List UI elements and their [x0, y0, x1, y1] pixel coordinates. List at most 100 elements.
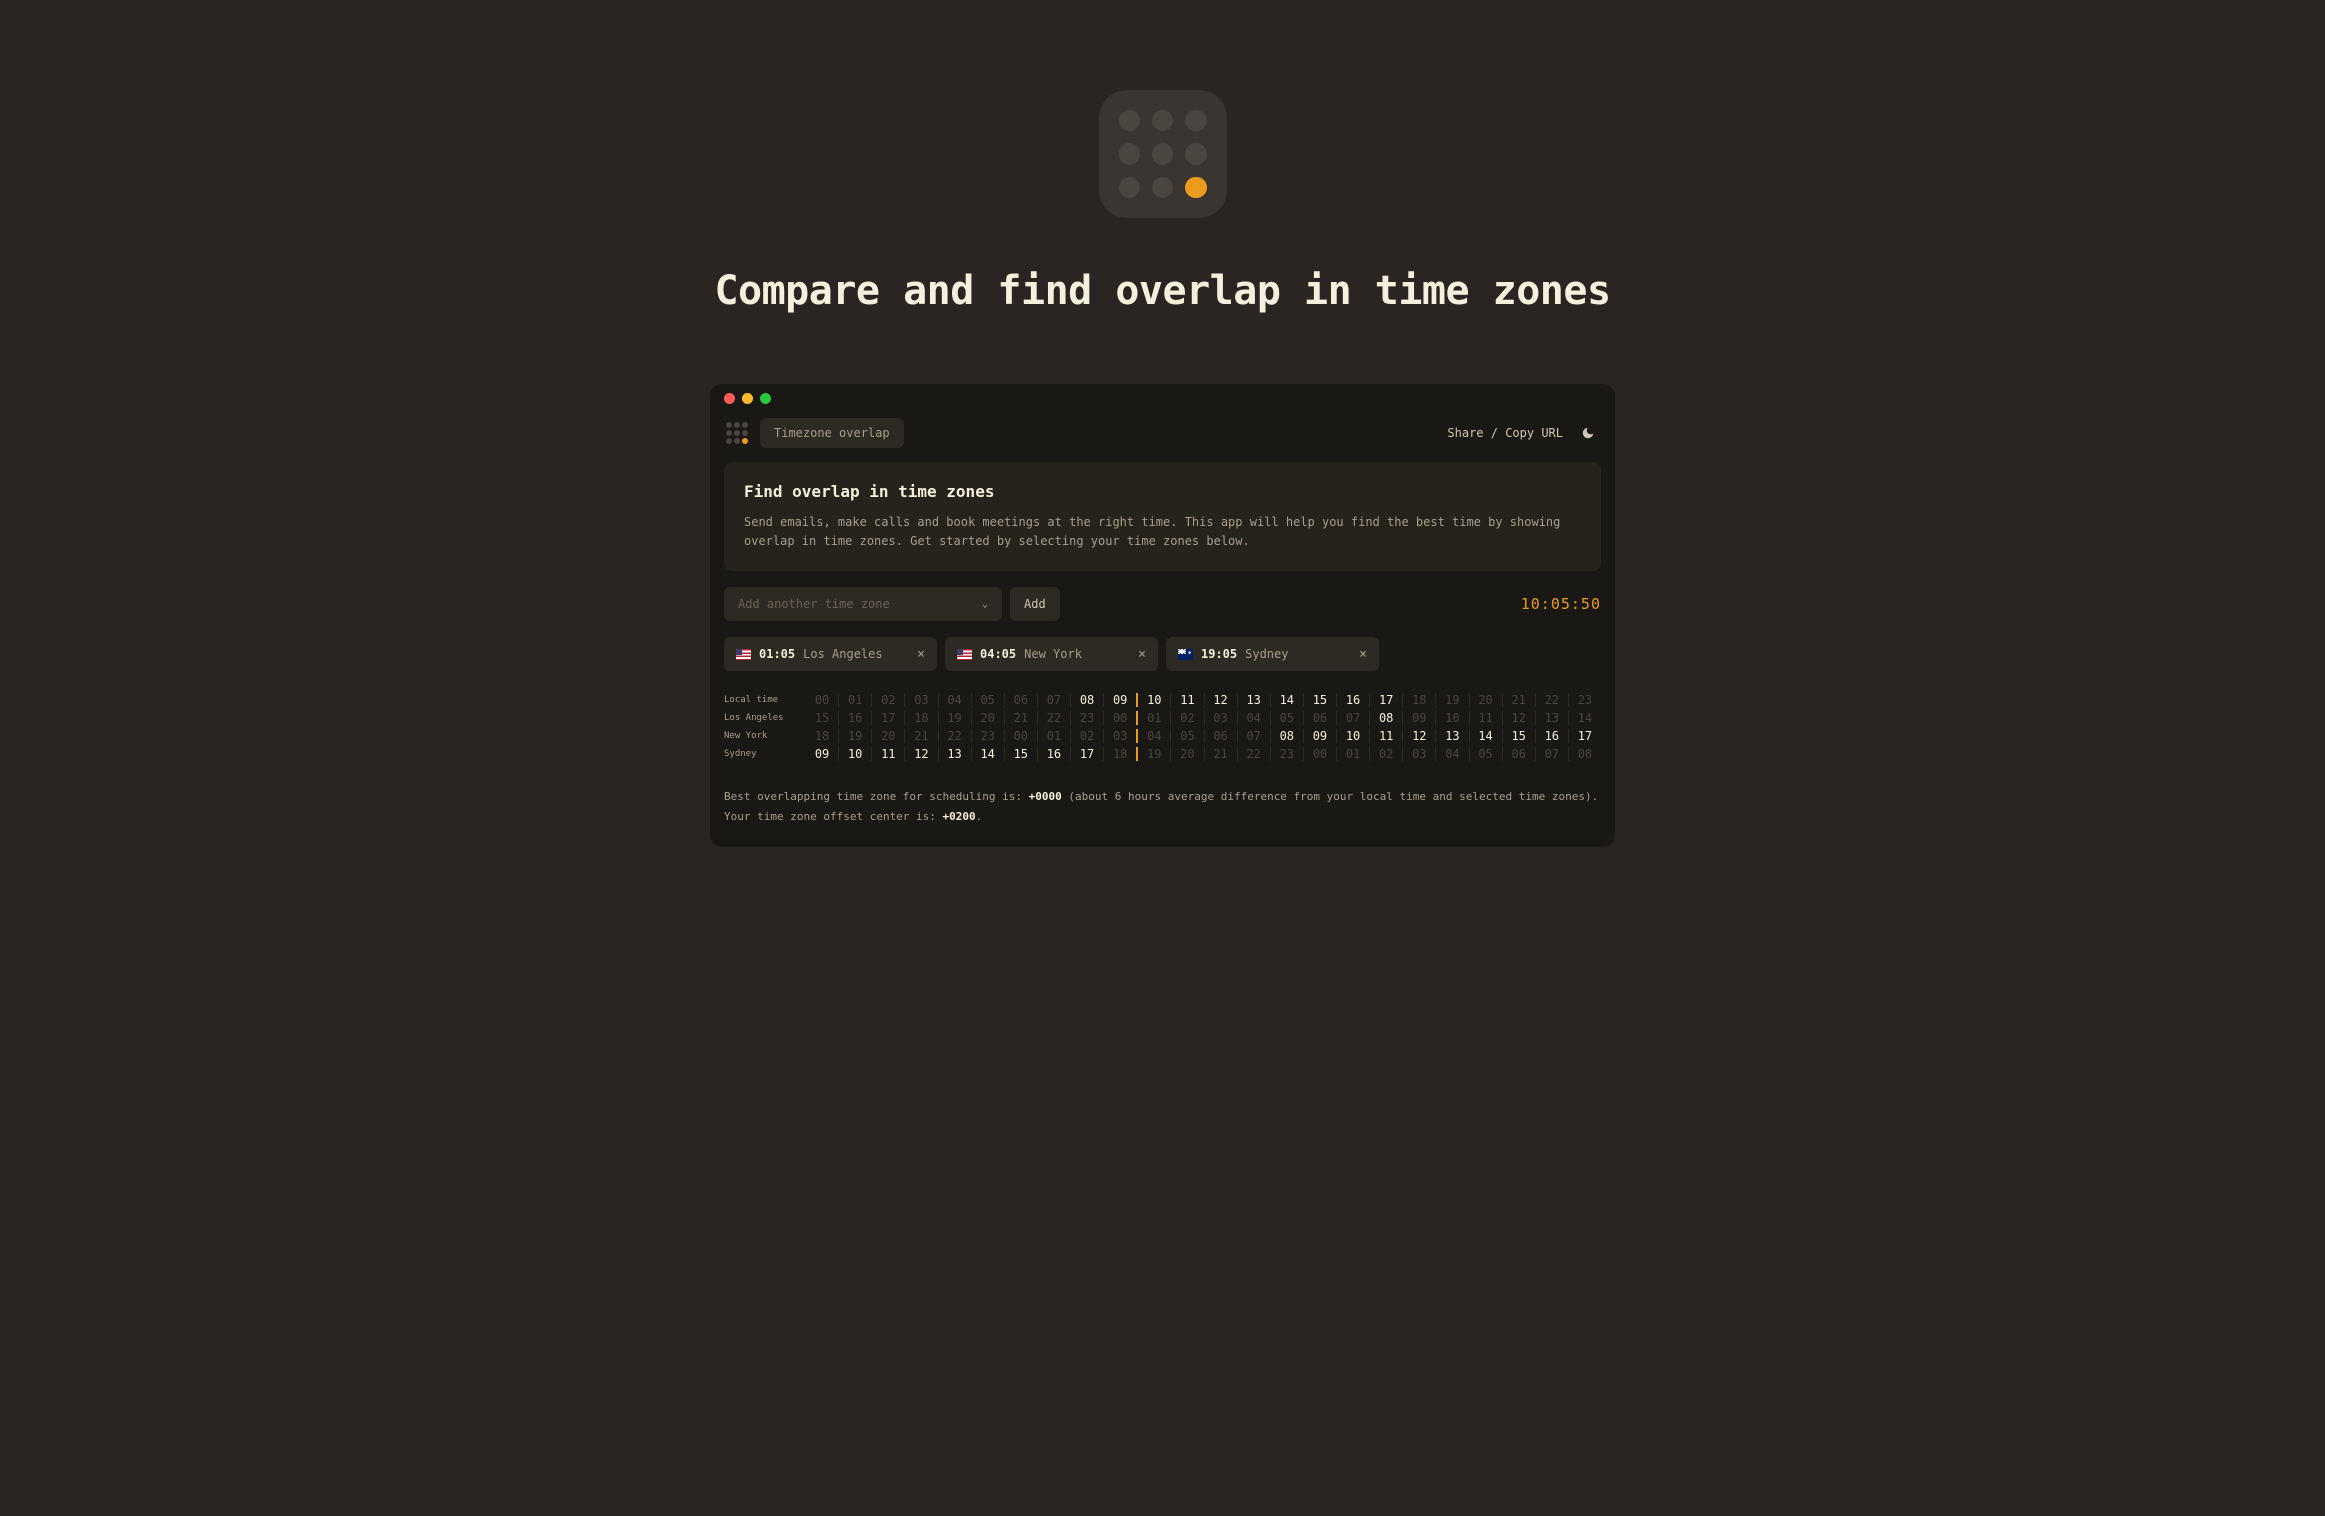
hour-cell[interactable]: 17 — [1369, 693, 1402, 707]
hour-cell[interactable]: 10 — [1136, 693, 1170, 707]
hour-cell[interactable]: 23 — [1070, 711, 1103, 725]
hour-cell[interactable]: 02 — [871, 693, 904, 707]
hour-cell[interactable]: 03 — [904, 693, 937, 707]
hour-cell[interactable]: 14 — [1469, 729, 1502, 743]
hour-cell[interactable]: 12 — [1502, 711, 1535, 725]
hour-cell[interactable]: 05 — [1469, 747, 1502, 761]
hour-cell[interactable]: 19 — [1435, 693, 1468, 707]
hour-cell[interactable]: 21 — [1502, 693, 1535, 707]
app-logo-small[interactable] — [724, 420, 750, 446]
hour-cell[interactable]: 16 — [838, 711, 871, 725]
hour-cell[interactable]: 11 — [1469, 711, 1502, 725]
hour-cell[interactable]: 08 — [1369, 711, 1402, 725]
hour-cell[interactable]: 10 — [1435, 711, 1468, 725]
hour-cell[interactable]: 14 — [971, 747, 1004, 761]
hour-cell[interactable]: 09 — [806, 747, 838, 761]
hour-cell[interactable]: 06 — [1204, 729, 1237, 743]
hour-cell[interactable]: 18 — [806, 729, 838, 743]
hour-cell[interactable]: 22 — [938, 729, 971, 743]
hour-cell[interactable]: 06 — [1502, 747, 1535, 761]
hour-cell[interactable]: 01 — [1336, 747, 1369, 761]
hour-cell[interactable]: 03 — [1103, 729, 1136, 743]
hour-cell[interactable]: 09 — [1103, 693, 1136, 707]
hour-cell[interactable]: 13 — [1237, 693, 1270, 707]
hour-cell[interactable]: 04 — [938, 693, 971, 707]
maximize-window-button[interactable] — [760, 393, 771, 404]
hour-cell[interactable]: 18 — [904, 711, 937, 725]
dark-mode-toggle-icon[interactable] — [1581, 426, 1595, 440]
hour-cell[interactable]: 15 — [806, 711, 838, 725]
hour-cell[interactable]: 11 — [871, 747, 904, 761]
hour-cell[interactable]: 03 — [1204, 711, 1237, 725]
hour-cell[interactable]: 20 — [971, 711, 1004, 725]
hour-cell[interactable]: 06 — [1303, 711, 1336, 725]
hour-cell[interactable]: 10 — [1336, 729, 1369, 743]
hour-cell[interactable]: 00 — [1004, 729, 1037, 743]
hour-cell[interactable]: 08 — [1070, 693, 1103, 707]
hour-cell[interactable]: 03 — [1402, 747, 1435, 761]
hour-cell[interactable]: 21 — [1204, 747, 1237, 761]
remove-zone-button[interactable]: × — [1359, 648, 1367, 661]
hour-cell[interactable]: 20 — [1170, 747, 1203, 761]
hour-cell[interactable]: 13 — [1435, 729, 1468, 743]
hour-cell[interactable]: 17 — [1070, 747, 1103, 761]
hour-cell[interactable]: 08 — [1270, 729, 1303, 743]
hour-cell[interactable]: 05 — [1270, 711, 1303, 725]
hour-cell[interactable]: 20 — [1469, 693, 1502, 707]
hour-cell[interactable]: 17 — [871, 711, 904, 725]
hour-cell[interactable]: 19 — [938, 711, 971, 725]
hour-cell[interactable]: 13 — [1535, 711, 1568, 725]
hour-cell[interactable]: 21 — [904, 729, 937, 743]
hour-cell[interactable]: 07 — [1237, 729, 1270, 743]
hour-cell[interactable]: 05 — [1170, 729, 1203, 743]
hour-cell[interactable]: 07 — [1037, 693, 1070, 707]
hour-cell[interactable]: 15 — [1502, 729, 1535, 743]
hour-cell[interactable]: 22 — [1037, 711, 1070, 725]
hour-cell[interactable]: 12 — [904, 747, 937, 761]
hour-cell[interactable]: 06 — [1004, 693, 1037, 707]
hour-cell[interactable]: 23 — [971, 729, 1004, 743]
share-copy-url-link[interactable]: Share / Copy URL — [1447, 426, 1563, 440]
hour-cell[interactable]: 23 — [1270, 747, 1303, 761]
hour-cell[interactable]: 00 — [1103, 711, 1136, 725]
hour-cell[interactable]: 13 — [938, 747, 971, 761]
hour-cell[interactable]: 09 — [1402, 711, 1435, 725]
hour-cell[interactable]: 18 — [1402, 693, 1435, 707]
hour-cell[interactable]: 12 — [1204, 693, 1237, 707]
hour-cell[interactable]: 21 — [1004, 711, 1037, 725]
hour-cell[interactable]: 15 — [1303, 693, 1336, 707]
hour-cell[interactable]: 14 — [1568, 711, 1601, 725]
hour-cell[interactable]: 01 — [1037, 729, 1070, 743]
hour-cell[interactable]: 09 — [1303, 729, 1336, 743]
hour-cell[interactable]: 14 — [1270, 693, 1303, 707]
hour-cell[interactable]: 08 — [1568, 747, 1601, 761]
hour-cell[interactable]: 11 — [1170, 693, 1203, 707]
hour-cell[interactable]: 19 — [1136, 747, 1170, 761]
hour-cell[interactable]: 22 — [1535, 693, 1568, 707]
hour-cell[interactable]: 15 — [1004, 747, 1037, 761]
tab-timezone-overlap[interactable]: Timezone overlap — [760, 418, 904, 448]
minimize-window-button[interactable] — [742, 393, 753, 404]
hour-cell[interactable]: 00 — [1303, 747, 1336, 761]
hour-cell[interactable]: 02 — [1070, 729, 1103, 743]
hour-cell[interactable]: 10 — [838, 747, 871, 761]
hour-cell[interactable]: 07 — [1535, 747, 1568, 761]
hour-cell[interactable]: 01 — [838, 693, 871, 707]
hour-cell[interactable]: 16 — [1535, 729, 1568, 743]
hour-cell[interactable]: 23 — [1568, 693, 1601, 707]
hour-cell[interactable]: 11 — [1369, 729, 1402, 743]
hour-cell[interactable]: 04 — [1435, 747, 1468, 761]
hour-cell[interactable]: 02 — [1369, 747, 1402, 761]
hour-cell[interactable]: 04 — [1237, 711, 1270, 725]
hour-cell[interactable]: 16 — [1336, 693, 1369, 707]
hour-cell[interactable]: 04 — [1136, 729, 1170, 743]
timezone-select[interactable]: Add another time zone ⌄ — [724, 587, 1002, 621]
hour-cell[interactable]: 12 — [1402, 729, 1435, 743]
hour-cell[interactable]: 16 — [1037, 747, 1070, 761]
hour-cell[interactable]: 05 — [971, 693, 1004, 707]
hour-cell[interactable]: 17 — [1568, 729, 1601, 743]
hour-cell[interactable]: 19 — [838, 729, 871, 743]
hour-cell[interactable]: 07 — [1336, 711, 1369, 725]
remove-zone-button[interactable]: × — [917, 648, 925, 661]
hour-cell[interactable]: 00 — [806, 693, 838, 707]
